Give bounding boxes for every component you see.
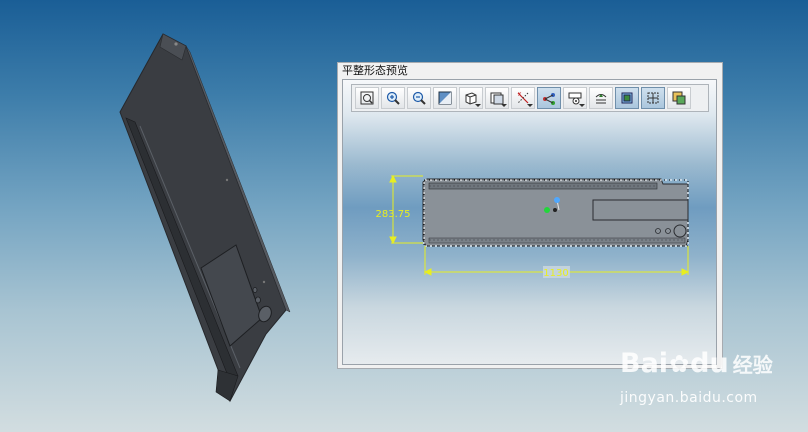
watermark-url: jingyan.baidu.com — [620, 390, 758, 406]
bend-strip-bottom — [428, 237, 686, 244]
baidu-jingyan-logo: Bai ✿ du 经验 — [620, 348, 773, 379]
flat-pattern-drawing: 283.75 1130 — [376, 174, 690, 279]
width-dimension-label: 1130 — [543, 268, 568, 279]
preview-viewport[interactable]: X 283.75 1130 — [342, 79, 717, 365]
flat-hole-small-2 — [655, 228, 661, 234]
window-title: 平整形态预览 — [342, 64, 408, 77]
origin-point — [553, 208, 557, 212]
origin-point-green — [544, 207, 550, 213]
flat-hole-small — [665, 228, 671, 234]
model-hole-small-2 — [252, 287, 258, 293]
flat-window-cutout — [592, 199, 689, 221]
paw-icon: ✿ — [669, 349, 690, 378]
origin-point-blue — [554, 197, 560, 203]
height-dimension-label: 283.75 — [376, 209, 411, 220]
model-hole-small — [255, 296, 261, 304]
flat-pattern-preview-window: 平整形态预览 X 283.75 1130 — [337, 62, 723, 369]
flat-hole-large — [673, 224, 687, 238]
